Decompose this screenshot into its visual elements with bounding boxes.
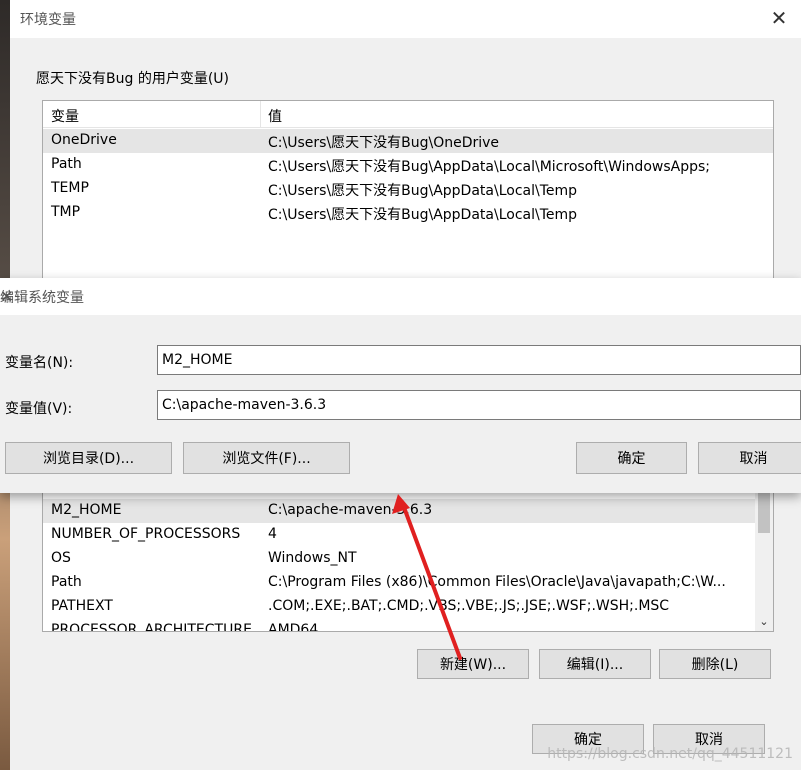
var-value: C:\Users\愿天下没有Bug\AppData\Local\Microsof… xyxy=(268,159,710,175)
var-value: C:\Users\愿天下没有Bug\OneDrive xyxy=(268,135,500,151)
user-vars-group-label: 愿天下没有Bug 的用户变量(U) xyxy=(36,71,229,87)
column-header-name[interactable]: 变量 xyxy=(51,106,79,126)
dialog-ok-button[interactable]: 确定 xyxy=(576,442,687,474)
var-name: Path xyxy=(51,156,82,172)
browse-directory-button[interactable]: 浏览目录(D)... xyxy=(5,442,172,474)
var-name: M2_HOME xyxy=(51,502,122,518)
var-name: PATHEXT xyxy=(51,598,113,614)
variable-name-label: 变量名(N): xyxy=(5,355,74,371)
column-separator[interactable] xyxy=(260,101,261,127)
user-vars-list[interactable]: 变量 值 OneDrive C:\Users\愿天下没有Bug\OneDrive… xyxy=(42,100,774,282)
table-row[interactable]: TMP C:\Users\愿天下没有Bug\AppData\Local\Temp xyxy=(43,201,773,225)
variable-name-input[interactable]: M2_HOME xyxy=(157,345,801,375)
table-row[interactable]: M2_HOME C:\apache-maven-3.6.3 xyxy=(43,499,773,523)
var-value: Windows_NT xyxy=(268,550,357,566)
var-name: NUMBER_OF_PROCESSORS xyxy=(51,526,241,542)
var-value: 4 xyxy=(268,526,277,542)
window-title: 环境变量 xyxy=(20,12,76,28)
scrollbar-thumb[interactable] xyxy=(758,493,770,533)
edit-button[interactable]: 编辑(I)... xyxy=(539,649,651,679)
system-vars-list[interactable]: M2_HOME C:\apache-maven-3.6.3 NUMBER_OF_… xyxy=(42,470,774,632)
var-name: PROCESSOR_ARCHITECTURE xyxy=(51,622,252,632)
column-header-value[interactable]: 值 xyxy=(268,106,282,126)
var-name: TMP xyxy=(51,204,81,220)
list-header: 变量 值 xyxy=(43,101,773,128)
variable-value-input[interactable]: C:\apache-maven-3.6.3 xyxy=(157,390,801,420)
var-value: C:\Users\愿天下没有Bug\AppData\Local\Temp xyxy=(268,183,578,199)
table-row[interactable]: Path C:\Program Files (x86)\Common Files… xyxy=(43,571,773,595)
watermark-text: https://blog.csdn.net/qq_44511121 xyxy=(547,746,793,762)
table-row[interactable]: Path C:\Users\愿天下没有Bug\AppData\Local\Mic… xyxy=(43,153,773,177)
table-row[interactable]: PROCESSOR_ARCHITECTURE AMD64 xyxy=(43,619,773,632)
edit-system-variable-dialog: 编辑系统变量 ✕ 变量名(N): M2_HOME 变量值(V): C:\apac… xyxy=(0,278,801,493)
dialog-cancel-button[interactable]: 取消 xyxy=(698,442,801,474)
var-name: OneDrive xyxy=(51,132,117,148)
table-row[interactable]: TEMP C:\Users\愿天下没有Bug\AppData\Local\Tem… xyxy=(43,177,773,201)
var-value: C:\apache-maven-3.6.3 xyxy=(268,502,433,518)
table-row[interactable]: PATHEXT .COM;.EXE;.BAT;.CMD;.VBS;.VBE;.J… xyxy=(43,595,773,619)
var-value: .COM;.EXE;.BAT;.CMD;.VBS;.VBE;.JS;.JSE;.… xyxy=(268,598,670,614)
table-row[interactable]: OneDrive C:\Users\愿天下没有Bug\OneDrive xyxy=(43,129,773,153)
variable-value-label: 变量值(V): xyxy=(5,401,73,417)
delete-button[interactable]: 删除(L) xyxy=(659,649,771,679)
vertical-scrollbar[interactable]: ⌄ xyxy=(755,471,773,631)
browse-file-button[interactable]: 浏览文件(F)... xyxy=(183,442,350,474)
dialog-titlebar: 编辑系统变量 ✕ xyxy=(0,278,801,315)
new-button[interactable]: 新建(W)... xyxy=(417,649,529,679)
table-row[interactable]: OS Windows_NT xyxy=(43,547,773,571)
var-name: OS xyxy=(51,550,71,566)
var-name: TEMP xyxy=(51,180,89,196)
close-icon[interactable]: ✕ xyxy=(0,287,801,306)
close-icon[interactable]: ✕ xyxy=(767,6,791,30)
window-titlebar: 环境变量 ✕ xyxy=(10,0,801,38)
var-name: Path xyxy=(51,574,82,590)
var-value: C:\Program Files (x86)\Common Files\Orac… xyxy=(268,574,726,590)
var-value: C:\Users\愿天下没有Bug\AppData\Local\Temp xyxy=(268,207,578,223)
var-value: AMD64 xyxy=(268,622,319,632)
chevron-down-icon[interactable]: ⌄ xyxy=(757,615,771,629)
table-row[interactable]: NUMBER_OF_PROCESSORS 4 xyxy=(43,523,773,547)
